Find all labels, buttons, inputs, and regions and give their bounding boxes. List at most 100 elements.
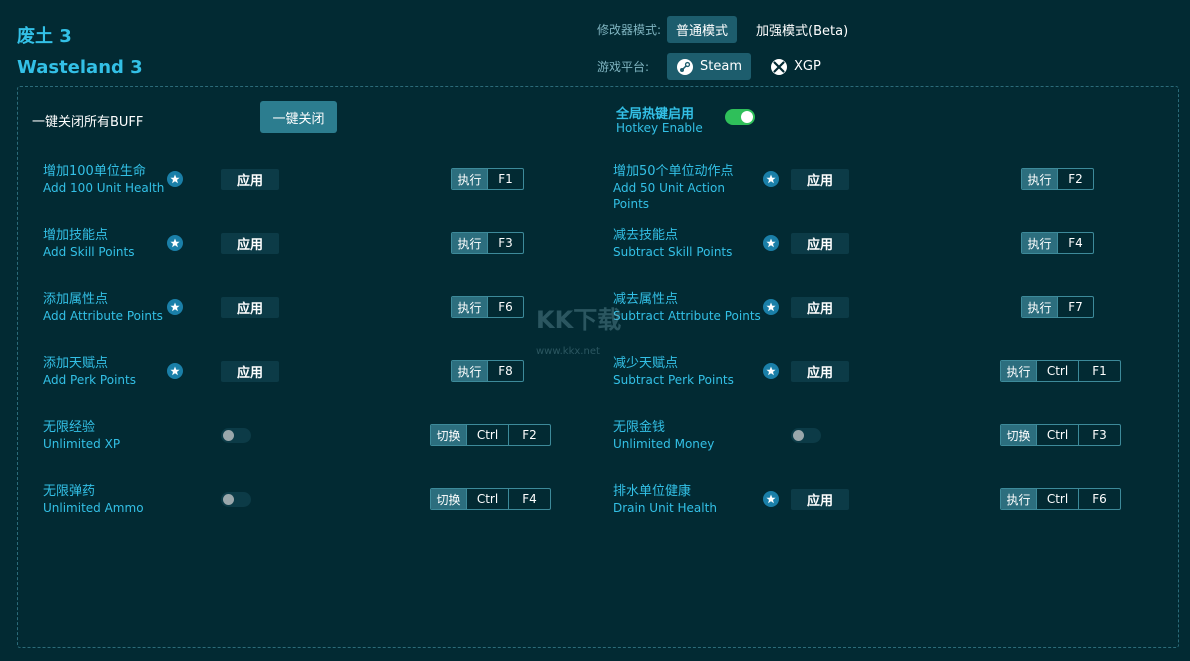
platform-selector: 游戏平台: Steam XGP xyxy=(597,53,840,80)
hotkey-combo[interactable]: 执行 F7 xyxy=(1021,296,1094,318)
hotkey-action: 执行 xyxy=(1022,233,1057,253)
hotkey-action: 执行 xyxy=(452,233,487,253)
apply-button[interactable]: 应用 xyxy=(221,297,279,318)
star-icon xyxy=(167,235,183,251)
hotkey-key: F8 xyxy=(487,361,523,381)
platform-xgp-button[interactable]: XGP xyxy=(761,53,830,80)
cheat-toggle[interactable] xyxy=(221,428,251,443)
hotkey-key: F3 xyxy=(487,233,523,253)
hotkey-action: 切换 xyxy=(431,489,466,509)
watermark-logo: KK下载 xyxy=(536,306,622,334)
hotkey-combo[interactable]: 执行 F8 xyxy=(451,360,524,382)
hotkey-key: F4 xyxy=(1057,233,1093,253)
star-icon xyxy=(763,299,779,315)
game-title-en: Wasteland 3 xyxy=(17,57,143,78)
cheat-toggle[interactable] xyxy=(221,492,251,507)
cheat-name-cn: 减去技能点 xyxy=(613,228,679,243)
hotkey-combo[interactable]: 执行 F3 xyxy=(451,232,524,254)
hotkey-action: 执行 xyxy=(1022,297,1057,317)
hotkey-combo[interactable]: 执行 F4 xyxy=(1021,232,1094,254)
cheat-name-en: Add 50 Unit Action xyxy=(613,181,725,195)
cheat-name-cn: 添加天赋点 xyxy=(43,356,109,371)
cheat-name-cn: 无限弹药 xyxy=(43,484,96,499)
cheat-name-cn: 增加50个单位动作点 xyxy=(613,164,734,179)
cheat-name-en: Add 100 Unit Health xyxy=(43,181,165,195)
cheat-label: 无限经验 Unlimited XP xyxy=(43,419,120,452)
cheat-label: 减去属性点 Subtract Attribute Points xyxy=(613,291,761,324)
star-icon xyxy=(167,171,183,187)
cheat-name-cn: 排水单位健康 xyxy=(613,484,692,499)
apply-button[interactable]: 应用 xyxy=(791,489,849,510)
cheat-label: 增加100单位生命 Add 100 Unit Health xyxy=(43,163,164,196)
hotkey-action: 执行 xyxy=(452,297,487,317)
cheat-name-en: Subtract Skill Points xyxy=(613,245,733,259)
mode-normal-button[interactable]: 普通模式 xyxy=(667,16,738,43)
cheat-name-en: Subtract Perk Points xyxy=(613,373,734,387)
toggle-knob xyxy=(223,494,234,505)
hotkey-combo[interactable]: 执行 F2 xyxy=(1021,168,1094,190)
cheat-name-cn: 增加技能点 xyxy=(43,228,109,243)
hotkey-enable-toggle[interactable] xyxy=(725,109,755,125)
cheat-label: 无限金钱 Unlimited Money xyxy=(613,419,714,452)
hotkey-combo[interactable]: 切换 Ctrl F2 xyxy=(430,424,551,446)
cheat-name-en: Subtract Attribute Points xyxy=(613,309,761,323)
cheat-name-cn: 添加属性点 xyxy=(43,292,109,307)
close-all-button[interactable]: 一键关闭 xyxy=(260,101,337,133)
hotkey-action: 执行 xyxy=(1001,489,1036,509)
cheat-name-en: Unlimited XP xyxy=(43,437,121,451)
hotkey-key: F4 xyxy=(508,489,550,509)
apply-button[interactable]: 应用 xyxy=(791,169,849,190)
hotkey-key: Ctrl xyxy=(1036,361,1078,381)
cheat-label: 排水单位健康 Drain Unit Health xyxy=(613,483,717,516)
hotkey-combo[interactable]: 切换 Ctrl F3 xyxy=(1000,424,1121,446)
cheat-name-en-line2: Points xyxy=(613,197,650,211)
hotkey-combo[interactable]: 执行 F6 xyxy=(451,296,524,318)
cheat-name-en: Add Attribute Points xyxy=(43,309,163,323)
hotkey-key: F1 xyxy=(487,169,523,189)
platform-label: 游戏平台: xyxy=(597,60,650,74)
apply-button[interactable]: 应用 xyxy=(221,169,279,190)
mode-beta-button[interactable]: 加强模式(Beta) xyxy=(747,16,857,43)
hotkey-key: F2 xyxy=(508,425,550,445)
toggle-knob xyxy=(793,430,804,441)
hotkey-action: 执行 xyxy=(1001,361,1036,381)
apply-button[interactable]: 应用 xyxy=(221,233,279,254)
cheat-name-en: Unlimited Ammo xyxy=(43,501,144,515)
cheat-label: 增加技能点 Add Skill Points xyxy=(43,227,134,260)
hotkey-key: F6 xyxy=(1078,489,1120,509)
hotkey-combo[interactable]: 执行 F1 xyxy=(451,168,524,190)
cheat-toggle[interactable] xyxy=(791,428,821,443)
cheat-name-cn: 增加100单位生命 xyxy=(43,164,146,179)
cheat-name-cn: 减少天赋点 xyxy=(613,356,679,371)
star-icon xyxy=(763,491,779,507)
platform-steam-button[interactable]: Steam xyxy=(667,53,751,80)
close-all-buff-label: 一键关闭所有BUFF xyxy=(32,115,144,130)
hotkey-key: Ctrl xyxy=(1036,489,1078,509)
hotkey-action: 执行 xyxy=(452,361,487,381)
platform-xgp-label: XGP xyxy=(793,59,821,74)
hotkey-action: 执行 xyxy=(452,169,487,189)
hotkey-combo[interactable]: 切换 Ctrl F4 xyxy=(430,488,551,510)
apply-button[interactable]: 应用 xyxy=(221,361,279,382)
cheat-label: 添加属性点 Add Attribute Points xyxy=(43,291,163,324)
mode-label: 修改器模式: xyxy=(597,23,662,37)
star-icon xyxy=(763,171,779,187)
cheat-name-en: Add Skill Points xyxy=(43,245,135,259)
apply-button[interactable]: 应用 xyxy=(791,233,849,254)
hotkey-key: F1 xyxy=(1078,361,1120,381)
apply-button[interactable]: 应用 xyxy=(791,361,849,382)
xbox-icon xyxy=(770,58,788,76)
hotkey-key: Ctrl xyxy=(466,489,508,509)
hotkey-label-en: Hotkey Enable xyxy=(616,121,703,135)
game-title-cn: 废土 3 xyxy=(17,26,72,47)
hotkey-key: Ctrl xyxy=(466,425,508,445)
hotkey-key: Ctrl xyxy=(1036,425,1078,445)
hotkey-combo[interactable]: 执行 Ctrl F6 xyxy=(1000,488,1121,510)
hotkey-combo[interactable]: 执行 Ctrl F1 xyxy=(1000,360,1121,382)
cheat-label: 增加50个单位动作点 Add 50 Unit Action Points xyxy=(613,163,734,212)
cheat-name-cn: 减去属性点 xyxy=(613,292,679,307)
cheat-name-cn: 无限金钱 xyxy=(613,420,666,435)
cheat-name-en: Unlimited Money xyxy=(613,437,715,451)
apply-button[interactable]: 应用 xyxy=(791,297,849,318)
star-icon xyxy=(763,235,779,251)
